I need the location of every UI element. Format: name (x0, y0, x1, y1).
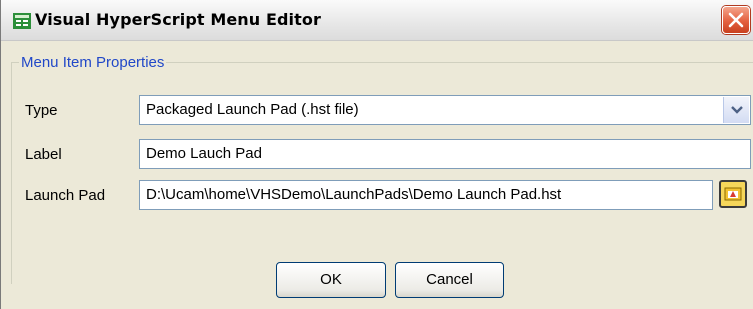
chevron-down-icon (731, 106, 743, 114)
app-icon (13, 12, 31, 30)
window-title: Visual HyperScript Menu Editor (35, 10, 321, 29)
type-dropdown-value: Packaged Launch Pad (.hst file) (146, 101, 359, 118)
label-input-value: Demo Lauch Pad (146, 145, 262, 162)
close-button[interactable] (722, 6, 750, 34)
type-label: Type (25, 102, 58, 119)
type-dropdown[interactable]: Packaged Launch Pad (.hst file) (139, 95, 751, 125)
launch-pad-input[interactable]: D:\Ucam\home\VHSDemo\LaunchPads\Demo Lau… (139, 180, 713, 210)
browse-button[interactable] (719, 180, 747, 208)
dropdown-arrow-button[interactable] (723, 97, 749, 123)
launch-pad-label: Launch Pad (25, 187, 106, 204)
close-icon (728, 12, 744, 28)
title-bar[interactable]: Visual HyperScript Menu Editor (1, 0, 753, 41)
dialog-window: Visual HyperScript Menu Editor Menu Item… (0, 0, 753, 309)
browse-folder-icon (724, 187, 742, 201)
label-label: Label (25, 146, 62, 163)
launch-pad-input-value: D:\Ucam\home\VHSDemo\LaunchPads\Demo Lau… (146, 186, 562, 203)
label-input[interactable]: Demo Lauch Pad (139, 139, 751, 169)
cancel-button[interactable]: Cancel (395, 262, 504, 298)
group-legend: Menu Item Properties (19, 54, 167, 71)
ok-button[interactable]: OK (276, 262, 386, 298)
